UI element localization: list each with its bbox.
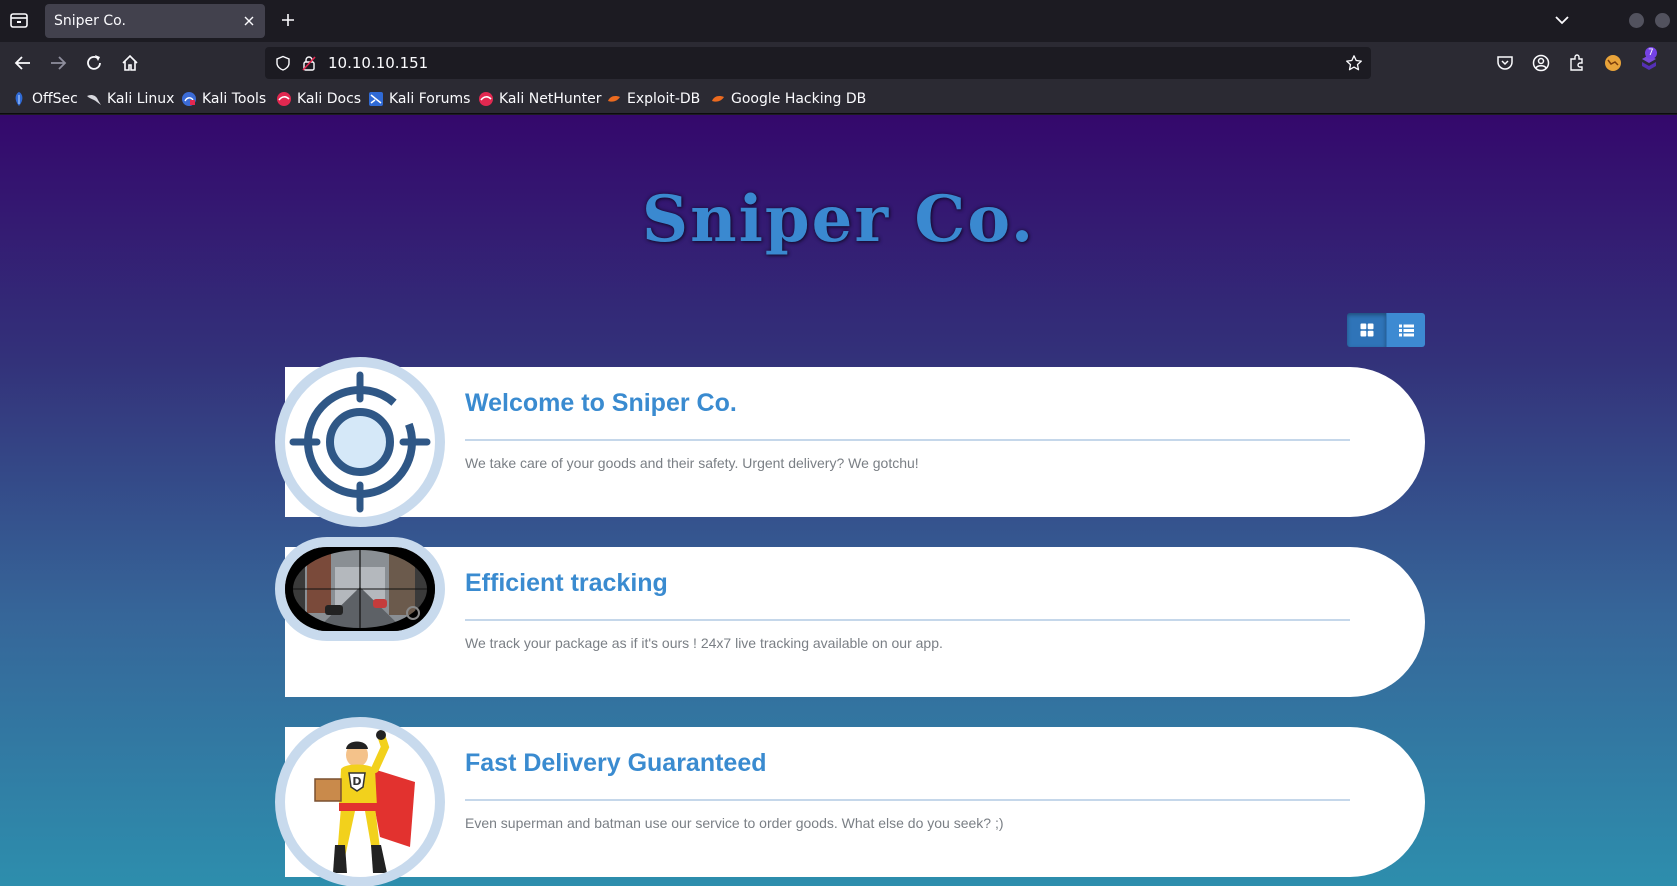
bookmark-exploit-db[interactable]: Exploit-DB: [606, 89, 700, 109]
bookmark-kali-nethunter[interactable]: Kali NetHunter: [478, 89, 601, 109]
tab-title: Sniper Co.: [54, 13, 126, 29]
exploit-db-icon: [608, 96, 620, 102]
pocket-icon[interactable]: [1495, 53, 1515, 73]
navigation-toolbar: 10.10.10.151 7: [0, 42, 1677, 84]
bookmark-kali-docs[interactable]: Kali Docs: [276, 89, 361, 109]
card-text: We track your package as if it's ours ! …: [465, 635, 943, 651]
card-heading: Efficient tracking: [465, 569, 668, 597]
scope-view-image: [285, 547, 435, 631]
kali-forums-icon: [369, 92, 383, 106]
page-title: Sniper Co.: [641, 182, 1036, 257]
chevron-down-icon[interactable]: [1553, 11, 1571, 29]
tracking-protection-shield-icon[interactable]: [275, 55, 291, 71]
view-toggle: [1347, 313, 1425, 347]
new-tab-icon[interactable]: [278, 10, 298, 30]
crosshair-icon: [289, 371, 431, 513]
insecure-lock-icon[interactable]: [301, 55, 317, 71]
ghdb-icon: [712, 96, 724, 102]
back-arrow-icon[interactable]: [12, 52, 34, 74]
foxyproxy-extension-icon[interactable]: [1603, 53, 1623, 73]
card-image-crosshair: [275, 357, 445, 527]
tab-bar: Sniper Co.: [0, 0, 1677, 42]
reload-icon[interactable]: [83, 52, 105, 74]
grid-icon: [1360, 323, 1373, 337]
svg-text:D: D: [352, 775, 361, 788]
card-image-superhero-courier: D: [275, 717, 445, 886]
extensions-puzzle-icon[interactable]: [1567, 53, 1587, 73]
extension-count-badge: 7: [1645, 47, 1657, 59]
minimize-window-button[interactable]: [1629, 13, 1644, 28]
feature-card-welcome: Welcome to Sniper Co. We take care of yo…: [285, 367, 1425, 517]
url-text[interactable]: 10.10.10.151: [328, 54, 428, 72]
bookmarks-toolbar: OffSec Kali Linux Kali Tools Kali Docs K…: [0, 84, 1677, 114]
card-divider: [465, 799, 1350, 801]
feature-card-tracking: Efficient tracking We track your package…: [285, 547, 1425, 697]
kali-dragon-icon: [87, 94, 101, 105]
card-text: We take care of your goods and their saf…: [465, 455, 919, 471]
page-viewport: Sniper Co. Welcome to Sniper Co. We take…: [0, 115, 1677, 886]
forward-arrow-icon[interactable]: [47, 52, 69, 74]
superhero-courier-image: D: [314, 730, 415, 873]
offsec-icon: [15, 92, 23, 106]
card-image-scope-view: [275, 537, 445, 641]
card-text: Even superman and batman use our service…: [465, 815, 1004, 831]
bookmark-google-hacking-db[interactable]: Google Hacking DB: [710, 89, 866, 109]
kali-docs-icon: [277, 92, 291, 106]
grid-view-button[interactable]: [1347, 313, 1386, 347]
card-divider: [465, 619, 1350, 621]
card-divider: [465, 439, 1350, 441]
address-bar[interactable]: 10.10.10.151: [265, 47, 1371, 79]
bookmark-star-icon[interactable]: [1345, 54, 1363, 72]
kali-nethunter-icon: [479, 92, 493, 106]
home-icon[interactable]: [119, 52, 141, 74]
card-heading: Fast Delivery Guaranteed: [465, 749, 767, 777]
list-icon: [1398, 324, 1414, 336]
bookmark-kali-tools[interactable]: Kali Tools: [181, 89, 266, 109]
list-view-button[interactable]: [1386, 313, 1425, 347]
card-heading: Welcome to Sniper Co.: [465, 389, 737, 417]
active-tab[interactable]: Sniper Co.: [45, 4, 265, 38]
kali-tools-icon: [182, 92, 196, 106]
close-window-button[interactable]: [1655, 13, 1670, 28]
bookmark-kali-linux[interactable]: Kali Linux: [86, 89, 174, 109]
firefox-view-icon[interactable]: [8, 9, 30, 31]
feature-card-fast-delivery: Fast Delivery Guaranteed Even superman a…: [285, 727, 1425, 877]
close-tab-icon[interactable]: [241, 13, 257, 29]
bookmark-offsec[interactable]: OffSec: [11, 89, 78, 109]
account-icon[interactable]: [1531, 53, 1551, 73]
bookmark-kali-forums[interactable]: Kali Forums: [368, 89, 470, 109]
